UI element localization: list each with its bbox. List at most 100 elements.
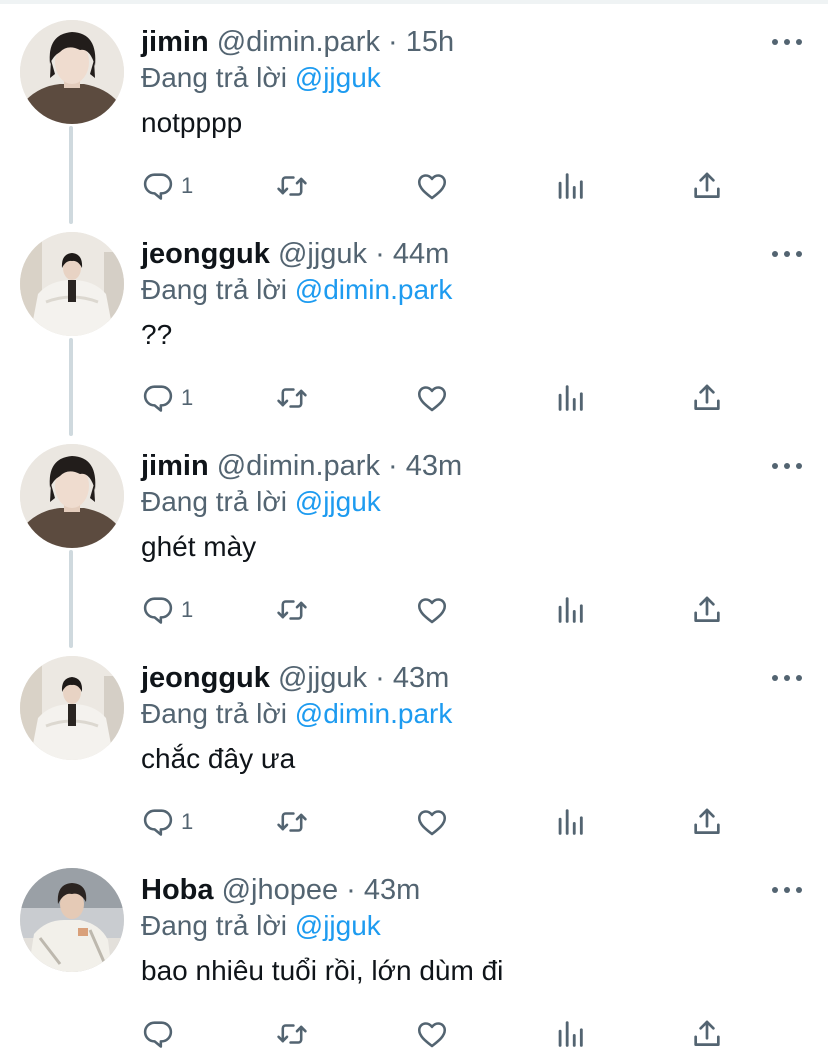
mention-link[interactable]: @dimin.park: [295, 274, 453, 305]
share-button[interactable]: [690, 802, 724, 842]
tweet[interactable]: Hoba @jhopee · 43m Đang trả lời @jjguk b…: [0, 852, 828, 1064]
share-button[interactable]: [690, 166, 724, 206]
views-button[interactable]: [553, 378, 587, 418]
replying-to: Đang trả lời @dimin.park: [141, 696, 452, 732]
share-button[interactable]: [690, 590, 724, 630]
author-handle[interactable]: @jhopee: [222, 874, 339, 906]
like-icon: [417, 386, 447, 412]
retweet-button[interactable]: [275, 590, 309, 630]
retweet-button[interactable]: [275, 378, 309, 418]
mention-link[interactable]: @jjguk: [295, 62, 381, 93]
tweet-header: jimin @dimin.park · 43m: [141, 448, 718, 484]
avatar-jeongguk[interactable]: [20, 656, 124, 760]
tweet-text: chắc đây ưa: [141, 743, 296, 774]
author-handle[interactable]: @dimin.park: [217, 26, 380, 58]
mention-link[interactable]: @jjguk: [295, 486, 381, 517]
author-handle[interactable]: @jjguk: [278, 662, 367, 694]
share-icon: [694, 384, 720, 410]
avatar-hoba[interactable]: [20, 868, 124, 972]
retweet-icon: [277, 812, 307, 832]
like-button[interactable]: [415, 590, 449, 630]
like-icon: [417, 810, 447, 836]
avatar-jimin[interactable]: [20, 444, 124, 548]
share-icon: [694, 172, 720, 198]
reply-button[interactable]: 1: [141, 166, 193, 206]
retweet-icon: [277, 1024, 307, 1044]
views-icon: [558, 173, 583, 199]
author-name[interactable]: jimin: [141, 450, 209, 482]
separator-dot: ·: [388, 450, 398, 482]
retweet-icon: [277, 176, 307, 196]
author-name[interactable]: jeongguk: [141, 662, 270, 694]
more-icon[interactable]: [772, 246, 802, 262]
retweet-button[interactable]: [275, 802, 309, 842]
mention-link[interactable]: @dimin.park: [295, 698, 453, 729]
avatar-jeongguk[interactable]: [20, 232, 124, 336]
share-button[interactable]: [690, 1014, 724, 1054]
tweet-text: bao nhiêu tuổi rồi, lớn dùm đi: [141, 955, 504, 986]
replying-to: Đang trả lời @jjguk: [141, 60, 381, 96]
views-button[interactable]: [553, 166, 587, 206]
reply-icon: [143, 385, 173, 412]
tweet-header: jeongguk @jjguk · 44m: [141, 236, 718, 272]
replying-to: Đang trả lời @jjguk: [141, 908, 381, 944]
like-button[interactable]: [415, 378, 449, 418]
timestamp[interactable]: 43m: [364, 874, 420, 906]
more-icon[interactable]: [772, 670, 802, 686]
reply-icon: [143, 173, 173, 200]
views-icon: [558, 809, 583, 835]
author-name[interactable]: Hoba: [141, 874, 214, 906]
author-name[interactable]: jimin: [141, 26, 209, 58]
share-icon: [694, 808, 720, 834]
reply-icon: [143, 597, 173, 624]
replying-to: Đang trả lời @dimin.park: [141, 272, 452, 308]
avatar-jimin[interactable]: [20, 20, 124, 124]
views-button[interactable]: [553, 590, 587, 630]
mention-link[interactable]: @jjguk: [295, 910, 381, 941]
reply-count: 1: [181, 809, 194, 834]
timestamp[interactable]: 43m: [406, 450, 462, 482]
separator-dot: ·: [388, 26, 398, 58]
tweet-text: ghét mày: [141, 531, 257, 562]
like-button[interactable]: [415, 802, 449, 842]
tweet[interactable]: jeongguk @jjguk · 44m Đang trả lời @dimi…: [0, 216, 828, 436]
more-icon[interactable]: [772, 882, 802, 898]
reply-button[interactable]: 1: [141, 378, 193, 418]
author-handle[interactable]: @dimin.park: [217, 450, 380, 482]
action-bar: 1: [141, 166, 741, 206]
replying-to-label: Đang trả lời: [141, 698, 287, 729]
separator-dot: ·: [375, 662, 385, 694]
tweet[interactable]: jeongguk @jjguk · 43m Đang trả lời @dimi…: [0, 640, 828, 852]
views-button[interactable]: [553, 1014, 587, 1054]
more-icon[interactable]: [772, 458, 802, 474]
views-button[interactable]: [553, 802, 587, 842]
thread-connector: [69, 338, 73, 436]
tweet[interactable]: jimin @dimin.park · 15h Đang trả lời @jj…: [0, 4, 828, 224]
retweet-button[interactable]: [275, 1014, 309, 1054]
replying-to: Đang trả lời @jjguk: [141, 484, 381, 520]
like-icon: [417, 1022, 447, 1048]
views-icon: [558, 597, 583, 623]
replying-to-label: Đang trả lời: [141, 910, 287, 941]
timestamp[interactable]: 43m: [393, 662, 449, 694]
reply-button[interactable]: 1: [141, 802, 193, 842]
action-bar: 1: [141, 802, 741, 842]
reply-count: 1: [181, 173, 194, 198]
share-icon: [694, 596, 720, 622]
retweet-button[interactable]: [275, 166, 309, 206]
tweet[interactable]: jimin @dimin.park · 43m Đang trả lời @jj…: [0, 428, 828, 648]
author-name[interactable]: jeongguk: [141, 238, 270, 270]
reply-button[interactable]: 1: [141, 590, 193, 630]
reply-button[interactable]: [141, 1014, 181, 1054]
share-button[interactable]: [690, 378, 724, 418]
replying-to-label: Đang trả lời: [141, 274, 287, 305]
timestamp[interactable]: 44m: [393, 238, 449, 270]
timestamp[interactable]: 15h: [406, 26, 454, 58]
views-icon: [558, 1021, 583, 1047]
like-button[interactable]: [415, 166, 449, 206]
author-handle[interactable]: @jjguk: [278, 238, 367, 270]
reply-icon: [143, 1021, 173, 1048]
replying-to-label: Đang trả lời: [141, 486, 287, 517]
more-icon[interactable]: [772, 34, 802, 50]
like-button[interactable]: [415, 1014, 449, 1054]
